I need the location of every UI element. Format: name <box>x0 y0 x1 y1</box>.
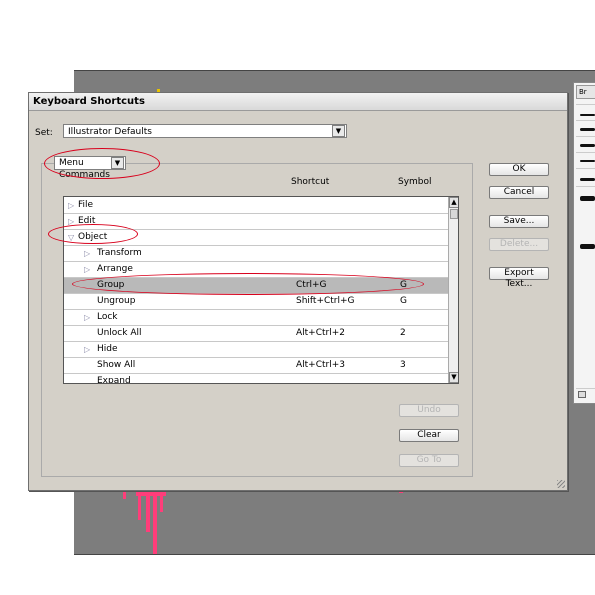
table-row[interactable]: ▷ Transform <box>64 246 448 262</box>
annotation-oval-menu-commands <box>44 148 160 179</box>
row-command-label: Transform <box>97 248 142 258</box>
save-button[interactable]: Save... <box>489 215 549 228</box>
brush-stroke-preview[interactable] <box>580 128 595 131</box>
row-command-label: Lock <box>97 312 118 322</box>
undo-button[interactable]: Undo <box>399 404 459 417</box>
artwork-pink-drip <box>138 494 141 520</box>
brush-divider <box>576 168 595 169</box>
set-label: Set: <box>35 128 53 138</box>
scroll-thumb[interactable] <box>450 209 458 219</box>
resize-grip[interactable] <box>557 480 565 488</box>
triangle-right-icon[interactable]: ▷ <box>68 198 74 213</box>
ok-button[interactable]: OK <box>489 163 549 176</box>
brush-divider <box>576 152 595 153</box>
brush-stroke-preview[interactable] <box>580 144 595 147</box>
row-command-label: Show All <box>97 360 136 370</box>
set-dropdown-value: Illustrator Defaults <box>68 127 152 137</box>
row-command-label: Expand <box>97 376 131 384</box>
table-row[interactable]: Show All Alt+Ctrl+3 3 <box>64 358 448 374</box>
annotation-oval-group-row <box>72 273 424 295</box>
brush-stroke-preview[interactable] <box>580 160 595 162</box>
chevron-down-icon[interactable]: ▼ <box>332 125 345 137</box>
scroll-down-button[interactable]: ▼ <box>449 372 458 383</box>
table-row[interactable]: ▷ Hide <box>64 342 448 358</box>
table-row[interactable]: Expand <box>64 374 448 384</box>
export-text-button[interactable]: Export Text... <box>489 267 549 289</box>
row-command-label: Arrange <box>97 264 133 274</box>
row-shortcut[interactable]: Alt+Ctrl+3 <box>296 358 345 373</box>
triangle-right-icon[interactable]: ▷ <box>84 310 90 325</box>
row-command-label: Hide <box>97 344 118 354</box>
scroll-up-button[interactable]: ▲ <box>449 197 458 208</box>
row-shortcut[interactable]: Alt+Ctrl+2 <box>296 326 345 341</box>
canvas-top-edge <box>74 70 595 71</box>
row-symbol[interactable]: 2 <box>400 326 406 341</box>
brush-stroke-preview[interactable] <box>580 114 595 116</box>
row-command-label: File <box>78 200 94 210</box>
brush-divider <box>576 186 595 187</box>
new-brush-icon[interactable] <box>578 391 586 398</box>
row-symbol[interactable]: 3 <box>400 358 406 373</box>
triangle-right-icon[interactable]: ▷ <box>84 262 90 277</box>
triangle-right-icon[interactable]: ▷ <box>84 246 90 261</box>
artwork-pink-drip <box>146 494 150 532</box>
row-command-label: Ungroup <box>97 296 136 306</box>
clear-button[interactable]: Clear <box>399 429 459 442</box>
brush-stroke-preview[interactable] <box>580 196 595 201</box>
cancel-button[interactable]: Cancel <box>489 186 549 199</box>
table-row[interactable]: Unlock All Alt+Ctrl+2 2 <box>64 326 448 342</box>
row-shortcut[interactable]: Shift+Ctrl+G <box>296 294 355 309</box>
table-row[interactable]: ▷ File <box>64 198 448 214</box>
canvas-bottom-edge <box>74 554 595 555</box>
brush-stroke-preview[interactable] <box>580 244 595 249</box>
artwork-pink-drip <box>123 491 126 499</box>
brush-stroke-preview[interactable] <box>580 178 595 181</box>
row-command-label: Unlock All <box>97 328 142 338</box>
column-header-shortcut[interactable]: Shortcut <box>291 177 329 187</box>
go-to-button[interactable]: Go To <box>399 454 459 467</box>
triangle-right-icon[interactable]: ▷ <box>84 342 90 357</box>
set-dropdown[interactable]: Illustrator Defaults ▼ <box>63 124 347 138</box>
brush-divider <box>576 120 595 121</box>
brush-divider <box>576 136 595 137</box>
table-row[interactable]: ▷ Lock <box>64 310 448 326</box>
vertical-scrollbar[interactable]: ▲ ▼ <box>448 197 458 383</box>
brush-divider <box>576 104 595 105</box>
row-symbol[interactable]: G <box>400 294 407 309</box>
brushes-panel-tab[interactable]: Br <box>576 85 595 99</box>
table-row[interactable]: Ungroup Shift+Ctrl+G G <box>64 294 448 310</box>
delete-button[interactable]: Delete... <box>489 238 549 251</box>
annotation-oval-object <box>48 224 138 244</box>
artwork-pink-drip <box>160 494 163 512</box>
artwork-pink-drip <box>153 494 157 554</box>
brush-divider <box>576 388 595 389</box>
column-header-symbol[interactable]: Symbol <box>398 177 432 187</box>
dialog-title[interactable]: Keyboard Shortcuts <box>29 93 567 111</box>
